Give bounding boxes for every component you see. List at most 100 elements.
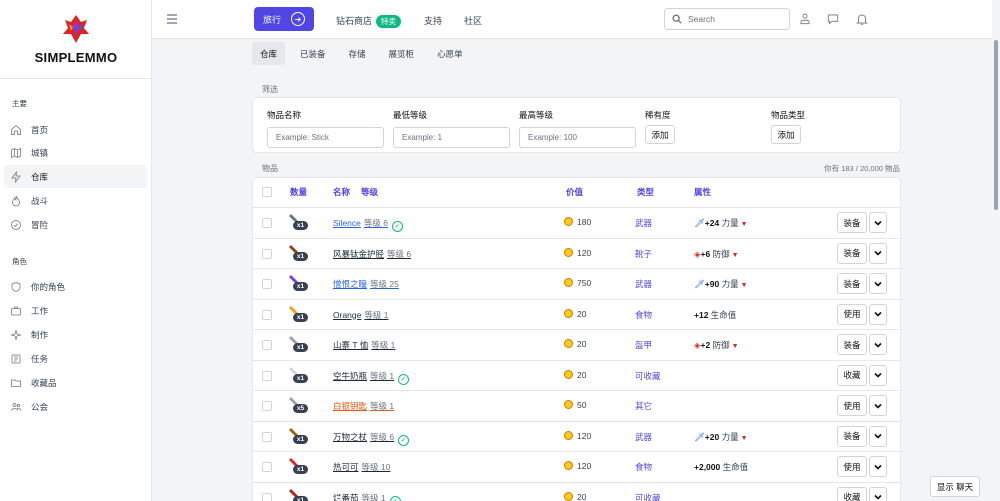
row-checkbox[interactable] xyxy=(262,462,272,472)
sidebar-item-adventure[interactable]: 冒险 xyxy=(4,213,147,236)
item-name-link[interactable]: 白银钥匙 等级 1 xyxy=(333,400,394,412)
row-checkbox[interactable] xyxy=(262,340,272,350)
table-row: x1 烂番茄 等级 1 ✓ 20 可收藏 收藏 xyxy=(253,481,900,501)
add-rarity-button[interactable]: 添加 xyxy=(645,125,675,144)
item-action-button[interactable]: 装备 xyxy=(837,212,867,233)
bell-icon[interactable] xyxy=(855,12,869,26)
tab-wishlist[interactable]: 心愿单 xyxy=(429,42,471,65)
gold-coin-icon xyxy=(564,278,573,287)
item-more-dropdown[interactable] xyxy=(869,303,887,325)
travel-button[interactable]: 旅行 ➜ xyxy=(254,7,314,31)
table-row: x1 空牛奶瓶 等级 1 ✓ 20 可收藏 收藏 xyxy=(253,359,900,391)
sidebar-item-collectables[interactable]: 收藏品 xyxy=(4,371,147,394)
item-level: 等级 1 xyxy=(361,492,386,501)
item-action-button[interactable]: 装备 xyxy=(837,273,867,294)
friends-icon[interactable] xyxy=(798,12,812,26)
table-row: x1 憎恨之瞳 等级 25 750 武器 🗡+90 力量 ▼ 装备 xyxy=(253,268,900,299)
item-price: 120 xyxy=(564,247,591,258)
header-attrs[interactable]: 属性 xyxy=(694,186,711,198)
item-name-link[interactable]: 山寨 T 恤等级 1 xyxy=(333,339,395,351)
add-type-button[interactable]: 添加 xyxy=(771,125,801,144)
diamond-store-link[interactable]: 钻石商店 特卖 xyxy=(336,14,402,28)
sidebar-item-jobs[interactable]: 工作 xyxy=(4,299,147,322)
max-level-input[interactable]: Example: 100 xyxy=(519,127,636,148)
chat-icon[interactable] xyxy=(826,12,840,26)
item-name-link[interactable]: Orange 等级 1 xyxy=(333,309,388,321)
sword-icon: 🗡 xyxy=(694,279,705,289)
row-checkbox[interactable] xyxy=(262,218,272,228)
show-chat-button[interactable]: 显示 聊天 xyxy=(930,476,980,497)
page-scrollbar[interactable] xyxy=(992,0,1000,501)
header-qty[interactable]: 数量 xyxy=(290,186,307,198)
sidebar-item-home[interactable]: 首页 xyxy=(4,118,147,141)
item-more-dropdown[interactable] xyxy=(869,456,887,477)
tab-showcase[interactable]: 展览柜 xyxy=(381,42,423,65)
item-more-dropdown[interactable] xyxy=(869,242,887,264)
item-more-dropdown[interactable] xyxy=(869,486,887,501)
caret-down-icon: ▼ xyxy=(740,434,748,442)
item-name-link[interactable]: 热可可 等级 10 xyxy=(333,461,390,473)
item-action-button[interactable]: 使用 xyxy=(837,395,867,416)
search-input[interactable]: Search xyxy=(664,8,790,30)
sidebar-item-crafting[interactable]: 制作 xyxy=(4,323,147,346)
gold-coin-icon xyxy=(564,217,573,226)
item-action-button[interactable]: 使用 xyxy=(837,303,867,325)
row-checkbox[interactable] xyxy=(262,431,272,442)
item-more-dropdown[interactable] xyxy=(869,212,887,233)
sidebar-item-guild[interactable]: 公会 xyxy=(4,395,147,418)
item-action-button[interactable]: 使用 xyxy=(837,456,867,477)
item-more-dropdown[interactable] xyxy=(869,425,887,447)
item-name-link[interactable]: Silence 等级 6 ✓ xyxy=(333,217,403,232)
search-placeholder: Search xyxy=(688,14,715,24)
item-name-link[interactable]: 烂番茄 等级 1 ✓ xyxy=(333,492,401,501)
tab-inventory[interactable]: 仓库 xyxy=(252,42,286,65)
row-checkbox[interactable] xyxy=(262,309,272,320)
item-name-link[interactable]: 风暴钛金护胫 等级 6 xyxy=(333,248,411,260)
sidebar-item-battle[interactable]: 战斗 xyxy=(4,189,147,212)
item-name-link[interactable]: 憎恨之瞳 等级 25 xyxy=(333,278,399,290)
item-quantity: x1 xyxy=(293,373,308,383)
item-more-dropdown[interactable] xyxy=(869,334,887,355)
item-action-button[interactable]: 装备 xyxy=(837,242,867,264)
item-action-button[interactable]: 装备 xyxy=(837,334,867,355)
item-action-button[interactable]: 装备 xyxy=(837,425,867,447)
header-type[interactable]: 类型 xyxy=(637,186,654,198)
row-checkbox[interactable] xyxy=(262,370,272,381)
row-checkbox[interactable] xyxy=(262,279,272,289)
filter-rarity: 稀有度 添加 xyxy=(645,109,675,144)
row-checkbox[interactable] xyxy=(262,401,272,411)
min-level-input[interactable]: Example: 1 xyxy=(393,127,510,148)
sidebar-item-label: 你的角色 xyxy=(31,281,66,292)
sidebar-item-quests[interactable]: 任务 xyxy=(4,347,147,370)
chevron-down-icon xyxy=(874,281,882,287)
item-more-dropdown[interactable] xyxy=(869,364,887,386)
tab-storage[interactable]: 存储 xyxy=(341,42,374,65)
row-checkbox[interactable] xyxy=(262,248,272,259)
sidebar-item-character[interactable]: 你的角色 xyxy=(4,275,147,298)
item-name-link[interactable]: 万物之杖 等级 6 ✓ xyxy=(333,431,410,446)
gold-coin-icon xyxy=(564,461,573,470)
select-all-checkbox[interactable] xyxy=(262,187,272,197)
community-link[interactable]: 社区 xyxy=(464,14,482,27)
filter-max-level: 最高等级 Example: 100 xyxy=(519,109,636,148)
sidebar-item-label: 任务 xyxy=(31,353,49,364)
sidebar-item-town[interactable]: 城镇 xyxy=(4,141,147,164)
item-name-input[interactable]: Example: Stick xyxy=(267,127,384,148)
logo[interactable]: SIMPLEMMO xyxy=(0,12,152,65)
item-action-button[interactable]: 收藏 xyxy=(837,486,867,501)
header-name[interactable]: 名称 xyxy=(333,186,350,198)
item-more-dropdown[interactable] xyxy=(869,395,887,416)
item-more-dropdown[interactable] xyxy=(869,273,887,294)
header-level[interactable]: 等级 xyxy=(361,186,378,198)
row-checkbox[interactable] xyxy=(262,492,272,501)
table-row: x1 山寨 T 恤等级 1 20 盔甲 ◈+2 防御 ▼ 装备 xyxy=(253,329,900,360)
owned-count: 你有 183 / 20,000 物品 xyxy=(824,164,900,173)
item-action-button[interactable]: 收藏 xyxy=(837,364,867,386)
item-name-link[interactable]: 空牛奶瓶 等级 1 ✓ xyxy=(333,370,410,385)
sidebar-item-inventory[interactable]: 仓库 xyxy=(4,165,147,188)
support-link[interactable]: 支持 xyxy=(424,14,442,27)
filter-title: 筛选 xyxy=(262,85,278,94)
menu-icon[interactable] xyxy=(166,13,178,25)
tab-equipped[interactable]: 已装备 xyxy=(292,42,334,65)
header-price[interactable]: 价值 xyxy=(566,186,583,198)
